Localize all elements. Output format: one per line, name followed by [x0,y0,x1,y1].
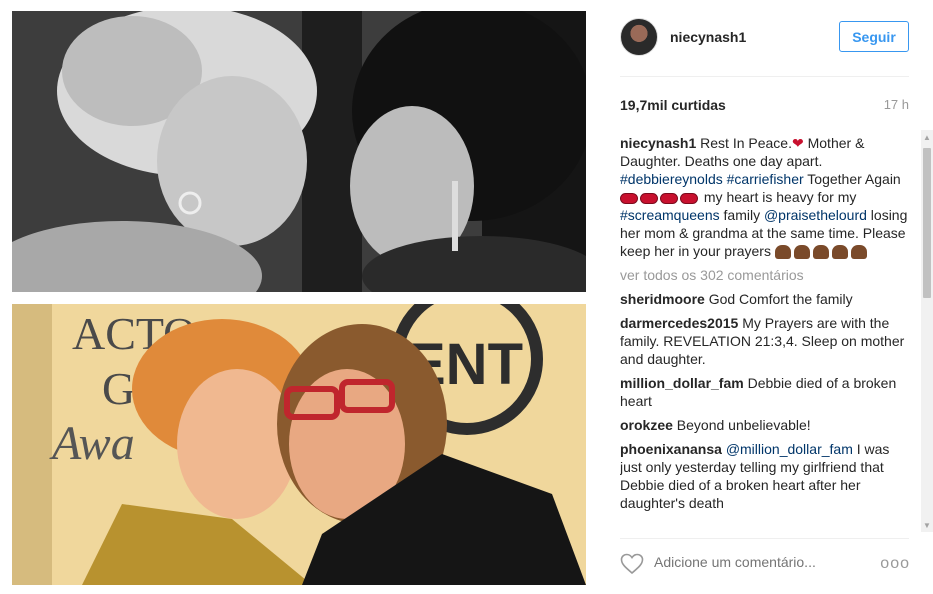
view-all-comments-link[interactable]: ver todos os 302 comentários [620,266,910,284]
comments-scrollbar[interactable]: ▲ ▼ [921,130,933,532]
likes-count[interactable]: 19,7mil curtidas [620,97,726,113]
caption-text-4: my heart is heavy for my [700,189,857,205]
more-options-icon[interactable]: ooo [880,555,910,573]
photo-bottom-illustration: ACTO GU Awa ENT [12,304,586,585]
comment-username[interactable]: orokzee [620,417,673,433]
praying-hands-emoji-icon [774,243,870,260]
hashtag-carriefisher[interactable]: #carriefisher [727,171,804,187]
hashtag-screamqueens[interactable]: #screamqueens [620,207,720,223]
scrollbar-thumb[interactable] [923,148,931,298]
add-comment-input[interactable] [654,554,864,570]
heart-icon[interactable] [620,553,644,575]
post-username[interactable]: niecynash1 [670,29,746,45]
caption-text-5: family [719,207,764,223]
comment-username[interactable]: million_dollar_fam [620,375,744,391]
post-header: niecynash1 Seguir [620,18,910,58]
caption-text-1: Rest In Peace. [696,135,792,151]
comment-item: phoenixanansa @million_dollar_fam I was … [620,440,910,512]
comment-text: Beyond unbelievable! [672,417,811,433]
scroll-down-arrow-icon[interactable]: ▼ [921,518,933,532]
comment-text: God Comfort the family [704,291,853,307]
post-side-panel: niecynash1 Seguir 19,7mil curtidas 17 h … [598,0,933,594]
follow-button[interactable]: Seguir [839,21,909,52]
comment-item: orokzee Beyond unbelievable! [620,416,910,434]
comment-mention[interactable]: @million_dollar_fam [726,441,853,457]
scroll-up-arrow-icon[interactable]: ▲ [921,130,933,144]
post-time[interactable]: 17 h [884,97,909,112]
avatar[interactable] [620,18,658,56]
mention-praisethelourd[interactable]: @praisethelourd [764,207,867,223]
hashtag-debbiereynolds[interactable]: #debbiereynolds [620,171,723,187]
post-footer: ooo [620,546,910,582]
footer-divider [620,538,909,539]
comment-username[interactable]: darmercedes2015 [620,315,738,331]
comments-list[interactable]: niecynash1 Rest In Peace.❤ Mother & Daug… [620,134,910,531]
photo-top-illustration [12,11,586,292]
caption-text-3: Together Again [803,171,901,187]
svg-text:Awa: Awa [49,417,135,470]
comment-item: darmercedes2015 My Prayers are with the … [620,314,910,368]
comment-username[interactable]: phoenixanansa [620,441,722,457]
red-heart-emoji-icon: ❤ [791,135,804,151]
comment-item: million_dollar_fam Debbie died of a brok… [620,374,910,410]
comment-item: sheridmoore God Comfort the family [620,290,910,308]
photo-bottom-color: ACTO GU Awa ENT [12,304,586,585]
comment-username[interactable]: sheridmoore [620,291,705,307]
post-photo[interactable]: ACTO GU Awa ENT [12,11,586,585]
caption-username[interactable]: niecynash1 [620,135,696,151]
lips-emoji-icon [620,189,700,205]
photo-top-black-white [12,11,586,292]
caption: niecynash1 Rest In Peace.❤ Mother & Daug… [620,134,910,260]
header-divider [620,76,909,77]
